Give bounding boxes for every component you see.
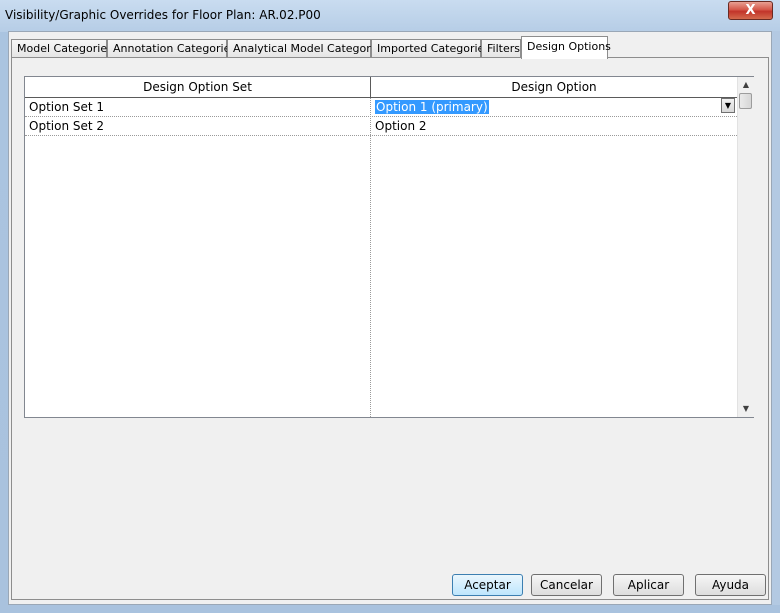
ok-button[interactable]: Aceptar [452, 574, 523, 596]
tab-imported-categories[interactable]: Imported Categories [371, 39, 490, 58]
option-set-cell[interactable]: Option Set 2 [25, 117, 370, 135]
dialog-client-area: Model Categories Annotation Categories A… [8, 31, 772, 605]
dialog-window: Visibility/Graphic Overrides for Floor P… [0, 0, 780, 613]
tab-filters[interactable]: Filters [481, 39, 521, 58]
table-row[interactable]: Option Set 1 Option 1 (primary) [25, 98, 737, 117]
vertical-scrollbar[interactable]: ▲ ▼ [737, 77, 754, 417]
tab-design-options[interactable]: Design Options [521, 36, 611, 59]
tab-model-categories[interactable]: Model Categories [11, 39, 113, 58]
window-frame-right [772, 31, 780, 605]
design-options-grid: Design Option Set Design Option Option S… [24, 76, 754, 418]
tab-analytical-model-categories[interactable]: Analytical Model Categories [227, 39, 386, 58]
column-divider [370, 98, 371, 417]
column-header-design-option[interactable]: Design Option [371, 77, 737, 97]
window-title: Visibility/Graphic Overrides for Floor P… [5, 8, 321, 22]
help-button[interactable]: Ayuda [695, 574, 766, 596]
design-option-cell[interactable]: Option 2 [371, 117, 737, 135]
scroll-up-icon[interactable]: ▲ [738, 77, 754, 93]
option-set-cell[interactable]: Option Set 1 [25, 98, 370, 116]
tab-annotation-categories[interactable]: Annotation Categories [107, 39, 236, 58]
scrollbar-thumb[interactable] [739, 93, 752, 109]
close-icon: X [745, 3, 756, 18]
grid-header: Design Option Set Design Option [25, 77, 737, 98]
chevron-down-icon[interactable]: ▼ [721, 98, 735, 113]
title-bar[interactable]: Visibility/Graphic Overrides for Floor P… [0, 0, 780, 32]
selected-option-text: Option 1 (primary) [375, 100, 489, 114]
design-option-dropdown[interactable]: Option 1 (primary) [371, 98, 737, 116]
scroll-down-icon[interactable]: ▼ [738, 401, 754, 417]
cancel-button[interactable]: Cancelar [531, 574, 602, 596]
design-options-panel: Design Option Set Design Option Option S… [11, 57, 769, 600]
column-header-design-option-set[interactable]: Design Option Set [25, 77, 371, 97]
grid-body: Design Option Set Design Option Option S… [25, 77, 737, 417]
apply-button[interactable]: Aplicar [613, 574, 684, 596]
table-row[interactable]: Option Set 2 Option 2 [25, 117, 737, 136]
close-button[interactable]: X [728, 1, 773, 20]
